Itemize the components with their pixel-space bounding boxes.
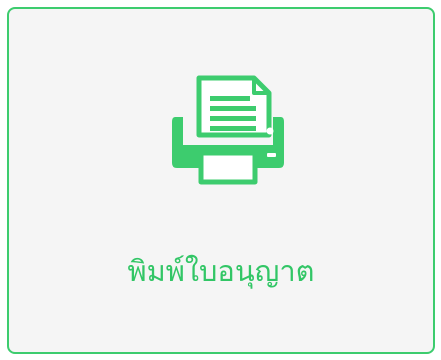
printer-icon [170,73,286,185]
print-license-card[interactable]: พิมพ์ใบอนุญาต [7,7,435,354]
card-label: พิมพ์ใบอนุญาต [127,254,315,288]
